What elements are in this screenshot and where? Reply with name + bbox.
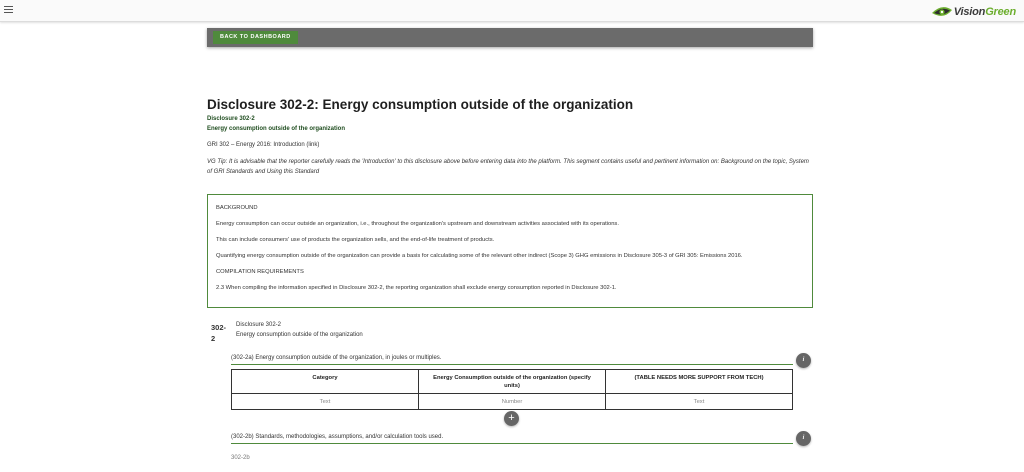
note-input[interactable]: Text: [605, 393, 793, 410]
energy-number-input[interactable]: Number: [418, 393, 606, 410]
section-number: 302-2: [211, 323, 227, 343]
section-title: Disclosure 302-2: [236, 322, 282, 328]
section-subtitle: Energy consumption outside of the organi…: [236, 332, 363, 338]
eye-leaf-icon: [931, 6, 952, 16]
field-label-302-2b[interactable]: 302-2b: [231, 455, 250, 461]
top-app-bar: VisionGreen: [0, 0, 1024, 22]
background-heading: BACKGROUND: [216, 205, 258, 211]
category-input[interactable]: Text: [231, 393, 419, 410]
column-header-note: (TABLE NEEDS MORE SUPPORT FROM TECH): [605, 369, 793, 394]
logo-text: VisionGreen: [953, 5, 1016, 18]
compilation-heading: COMPILATION REQUIREMENTS: [216, 269, 304, 275]
disclosure-name: Energy consumption outside of the organi…: [207, 126, 346, 132]
hamburger-icon[interactable]: [4, 6, 13, 14]
vg-tip-text: VG Tip: It is advisable that the reporte…: [207, 159, 809, 175]
introduction-link[interactable]: GRI 302 – Energy 2016: Introduction (lin…: [207, 142, 319, 148]
column-header-energy-consumption: Energy Consumption outside of the organi…: [418, 369, 606, 394]
question-302-2b-label: (302-2b) Standards, methodologies, assum…: [231, 434, 793, 444]
energy-consumption-table: Category Energy Consumption outside of t…: [231, 369, 793, 410]
info-icon[interactable]: i: [796, 353, 811, 368]
info-icon[interactable]: i: [796, 431, 811, 446]
visiongreen-logo[interactable]: VisionGreen: [931, 3, 1016, 20]
page-title: Disclosure 302-2: Energy consumption out…: [207, 97, 634, 112]
background-paragraph: Quantifying energy consumption outside o…: [216, 253, 743, 259]
background-paragraph: Energy consumption can occur outside an …: [216, 221, 619, 227]
compilation-paragraph: 2.3 When compiling the information speci…: [216, 285, 617, 291]
add-row-button[interactable]: +: [504, 411, 519, 426]
back-to-dashboard-button[interactable]: BACK TO DASHBOARD: [213, 31, 298, 44]
table-row: Text Number Text: [231, 393, 793, 410]
action-toolbar: BACK TO DASHBOARD: [207, 28, 813, 47]
column-header-category: Category: [231, 369, 419, 394]
question-302-2a-label: (302-2a) Energy consumption outside of t…: [231, 355, 793, 365]
disclosure-code: Disclosure 302-2: [207, 116, 255, 122]
background-paragraph: This can include consumers' use of produ…: [216, 237, 495, 243]
background-box: BACKGROUND Energy consumption can occur …: [207, 194, 813, 308]
